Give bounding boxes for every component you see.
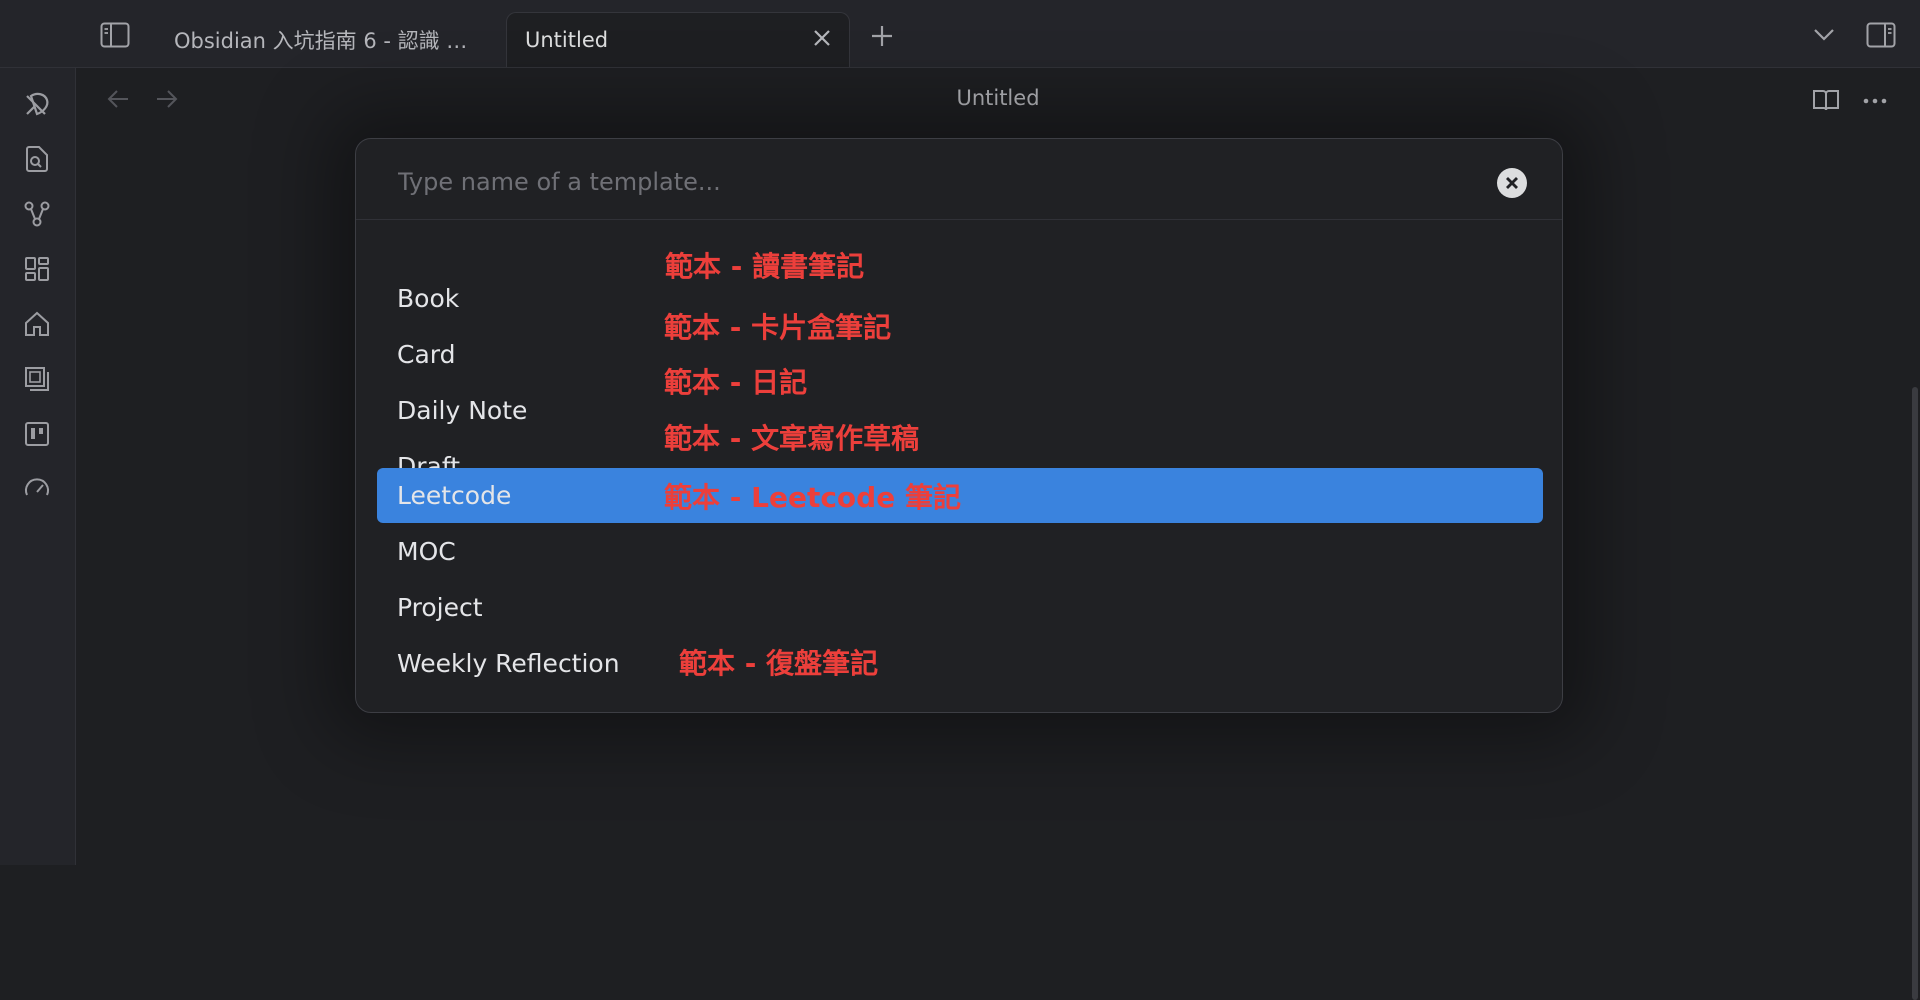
annotation-label: 範本 - Leetcode 筆記	[664, 481, 961, 514]
view-title: Untitled	[956, 86, 1040, 110]
left-ribbon	[0, 68, 76, 865]
tab-list-chevron-down-icon[interactable]	[1811, 24, 1837, 46]
suggestion-item-card[interactable]: Card	[377, 327, 1543, 381]
suggestion-title: Leetcode	[397, 481, 512, 510]
tab-obsidian-guide[interactable]: Obsidian 入坑指南 6 - 認識 …	[156, 12, 496, 67]
suggestion-item-daily-note[interactable]: Daily Note	[377, 383, 1543, 437]
suggestion-title: MOC	[397, 536, 456, 566]
suggestion-item-book[interactable]: Book	[377, 271, 1543, 325]
annotation-label: 範本 - 復盤筆記	[679, 647, 879, 680]
new-tab-icon[interactable]	[868, 22, 896, 50]
graph-view-icon[interactable]	[21, 198, 53, 230]
suggestion-item-moc[interactable]: MOC	[377, 524, 1543, 578]
template-search-input[interactable]	[396, 161, 1460, 203]
suggestion-title: Weekly Reflection	[397, 648, 620, 678]
quick-switcher-icon[interactable]	[21, 88, 53, 120]
suggestion-title: Book	[397, 283, 460, 313]
template-picker-modal: Book 範本 - 讀書筆記 Card 範本 - 卡片盒筆記 Daily Not…	[355, 138, 1563, 713]
suggestion-title: Daily Note	[397, 395, 528, 425]
home-icon[interactable]	[21, 308, 53, 340]
search-file-icon[interactable]	[21, 143, 53, 175]
plugins-grid-icon[interactable]	[21, 253, 53, 285]
annotation-label: 範本 - 卡片盒筆記	[664, 311, 892, 344]
clear-search-button[interactable]	[1497, 168, 1527, 198]
tab-title: Untitled	[525, 28, 609, 52]
close-tab-icon[interactable]	[811, 27, 833, 49]
tab-untitled[interactable]: Untitled	[506, 12, 850, 67]
annotation-label: 範本 - 讀書筆記	[665, 250, 865, 283]
scrollbar[interactable]	[1910, 135, 1920, 1000]
suggestion-item-weekly-reflection[interactable]: Weekly Reflection	[377, 636, 1543, 690]
scrollbar-thumb[interactable]	[1912, 387, 1918, 1000]
suggestion-item-project[interactable]: Project	[377, 580, 1543, 634]
suggestion-title: Card	[397, 339, 456, 369]
more-options-icon[interactable]	[1863, 98, 1887, 104]
kanban-icon[interactable]	[21, 418, 53, 450]
suggestion-title: Project	[397, 592, 483, 622]
annotation-label: 範本 - 日記	[664, 366, 808, 399]
close-icon	[1505, 176, 1519, 190]
tab-title: Obsidian 入坑指南 6 - 認識 …	[174, 28, 468, 53]
speed-gauge-icon[interactable]	[21, 473, 53, 505]
toggle-right-sidebar-icon[interactable]	[1864, 20, 1898, 50]
toggle-left-sidebar-icon[interactable]	[98, 20, 132, 50]
reading-view-book-icon[interactable]	[1812, 88, 1840, 112]
canvas-stack-icon[interactable]	[21, 363, 53, 395]
annotation-label: 範本 - 文章寫作草稿	[664, 422, 920, 455]
tab-bar: Obsidian 入坑指南 6 - 認識 … Untitled	[0, 0, 1920, 68]
view-header: Untitled	[76, 68, 1920, 134]
modal-divider	[356, 219, 1562, 220]
